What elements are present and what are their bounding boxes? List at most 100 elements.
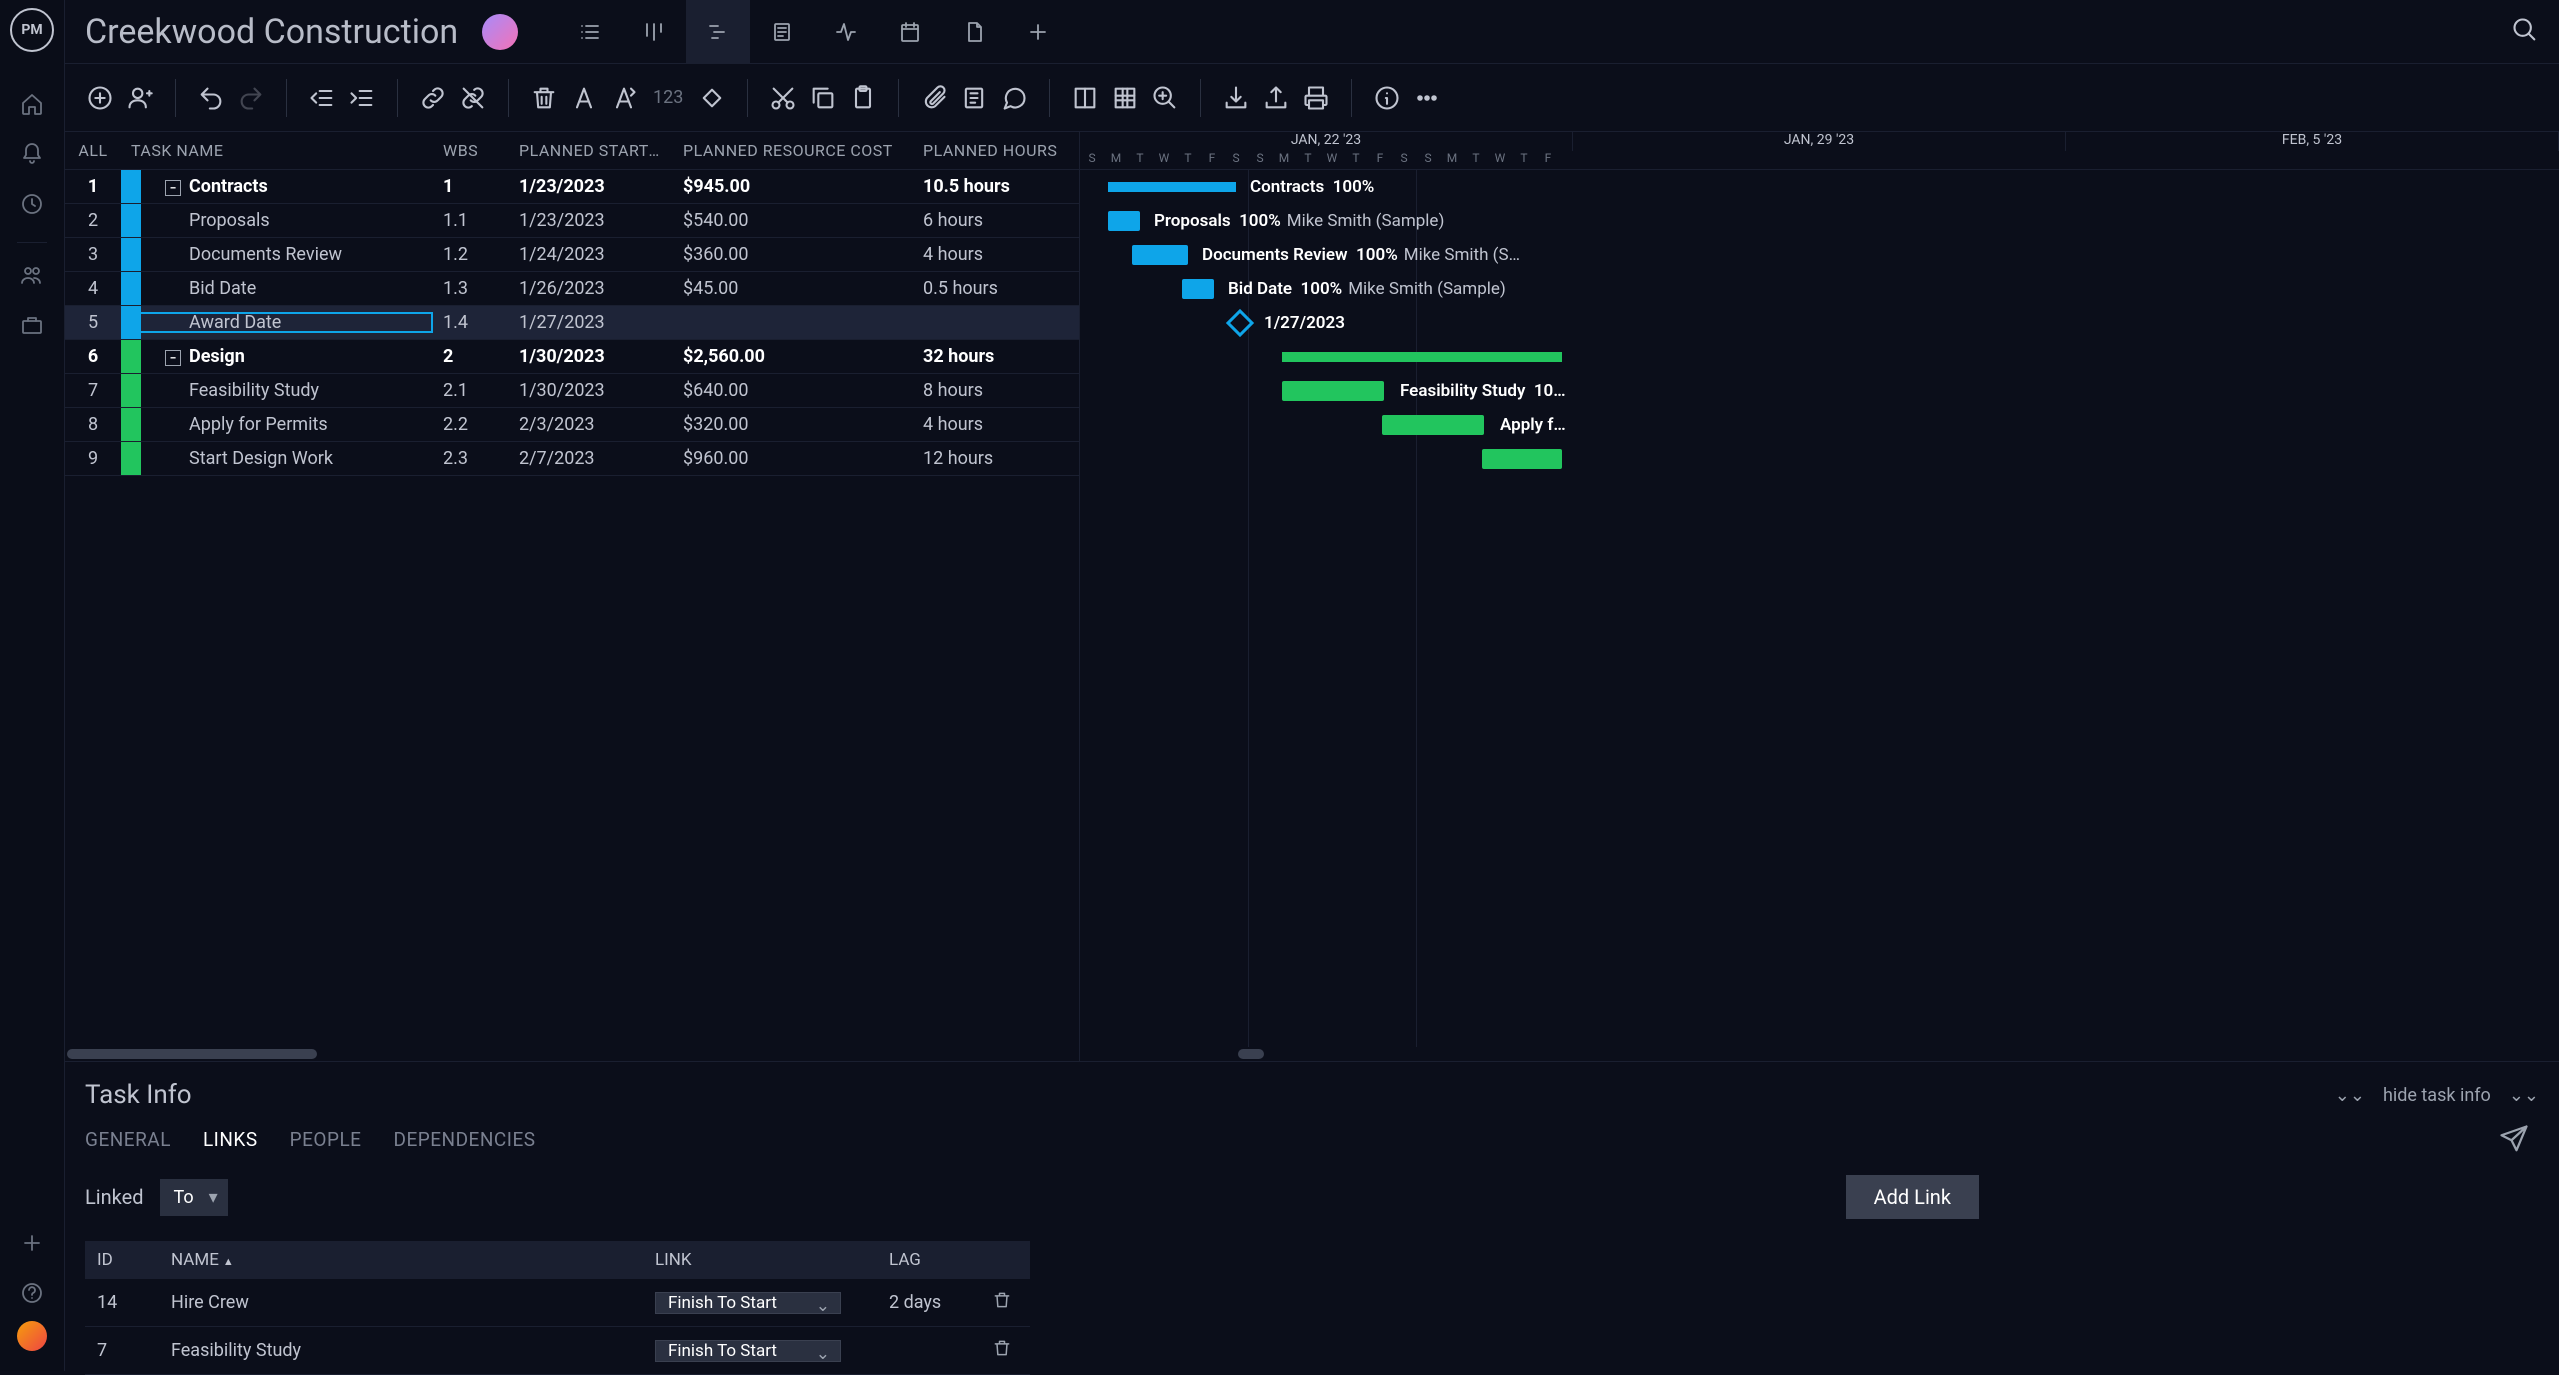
- more-icon[interactable]: [1412, 83, 1442, 113]
- indent-icon[interactable]: [347, 83, 377, 113]
- task-row[interactable]: 8Apply for Permits2.22/3/2023$320.004 ho…: [65, 408, 1079, 442]
- col-header-wbs[interactable]: WBS: [433, 141, 509, 160]
- task-name-cell[interactable]: −Contracts: [121, 176, 433, 197]
- task-name-cell[interactable]: Award Date: [121, 312, 433, 333]
- links-col-name[interactable]: NAME▲: [159, 1250, 643, 1270]
- link-type-select[interactable]: Finish To Start: [655, 1292, 841, 1314]
- gantt-bar[interactable]: [1226, 309, 1254, 337]
- gantt-bar[interactable]: [1482, 449, 1562, 469]
- paste-icon[interactable]: [848, 83, 878, 113]
- links-col-link[interactable]: LINK: [643, 1250, 877, 1270]
- tab-people[interactable]: PEOPLE: [290, 1128, 362, 1151]
- gantt-bar[interactable]: [1282, 381, 1384, 401]
- delete-link-icon[interactable]: [975, 1290, 1029, 1315]
- add-link-button[interactable]: Add Link: [1846, 1175, 1979, 1219]
- user-avatar[interactable]: [17, 1321, 47, 1351]
- linked-direction-select[interactable]: To: [160, 1179, 228, 1216]
- link-type-select[interactable]: Finish To Start: [655, 1340, 841, 1362]
- tab-general[interactable]: GENERAL: [85, 1128, 171, 1151]
- task-name-cell[interactable]: Feasibility Study: [121, 380, 433, 401]
- collapse-icon[interactable]: −: [165, 180, 181, 196]
- app-logo[interactable]: PM: [10, 8, 54, 52]
- cut-icon[interactable]: [768, 83, 798, 113]
- milestone-icon[interactable]: [697, 83, 727, 113]
- link-icon[interactable]: [418, 83, 448, 113]
- task-row[interactable]: 1−Contracts11/23/2023$945.0010.5 hours: [65, 170, 1079, 204]
- send-icon[interactable]: [2499, 1124, 2529, 1158]
- help-icon[interactable]: [10, 1271, 54, 1315]
- file-view-icon[interactable]: [942, 0, 1006, 64]
- info-icon[interactable]: [1372, 83, 1402, 113]
- task-name-cell[interactable]: Bid Date: [121, 278, 433, 299]
- columns-icon[interactable]: [1070, 83, 1100, 113]
- task-row[interactable]: 2Proposals1.11/23/2023$540.006 hours: [65, 204, 1079, 238]
- task-name-cell[interactable]: Proposals: [121, 210, 433, 231]
- tab-dependencies[interactable]: DEPENDENCIES: [393, 1128, 535, 1151]
- text-style-icon[interactable]: [569, 83, 599, 113]
- gantt-bar[interactable]: [1182, 279, 1214, 299]
- clear-format-icon[interactable]: [609, 83, 639, 113]
- home-icon[interactable]: [10, 82, 54, 126]
- sheet-view-icon[interactable]: [750, 0, 814, 64]
- assign-user-icon[interactable]: [125, 83, 155, 113]
- task-name-cell[interactable]: Start Design Work: [121, 448, 433, 469]
- add-view-icon[interactable]: [1006, 0, 1070, 64]
- unlink-icon[interactable]: [458, 83, 488, 113]
- task-row[interactable]: 6−Design21/30/2023$2,560.0032 hours: [65, 340, 1079, 374]
- grid-hscroll[interactable]: [65, 1047, 1079, 1061]
- col-header-start[interactable]: PLANNED START …: [509, 141, 673, 160]
- notes-icon[interactable]: [959, 83, 989, 113]
- project-avatar[interactable]: [482, 14, 518, 50]
- import-icon[interactable]: [1221, 83, 1251, 113]
- comment-icon[interactable]: [999, 83, 1029, 113]
- gantt-bar[interactable]: [1282, 352, 1562, 362]
- col-header-all[interactable]: ALL: [65, 141, 121, 160]
- col-header-cost[interactable]: PLANNED RESOURCE COST: [673, 141, 913, 160]
- task-name-cell[interactable]: Documents Review: [121, 244, 433, 265]
- links-col-id[interactable]: ID: [85, 1250, 159, 1270]
- undo-icon[interactable]: [196, 83, 226, 113]
- attach-icon[interactable]: [919, 83, 949, 113]
- task-name-cell[interactable]: Apply for Permits: [121, 414, 433, 435]
- gantt-hscroll[interactable]: [1080, 1047, 2559, 1061]
- task-row[interactable]: 5Award Date1.41/27/2023: [65, 306, 1079, 340]
- task-name-cell[interactable]: −Design: [121, 346, 433, 367]
- chevron-down-icon[interactable]: ⌄⌄: [2509, 1085, 2539, 1106]
- bell-icon[interactable]: [10, 132, 54, 176]
- people-icon[interactable]: [10, 253, 54, 297]
- copy-icon[interactable]: [808, 83, 838, 113]
- grid-icon[interactable]: [1110, 83, 1140, 113]
- delete-link-icon[interactable]: [975, 1338, 1029, 1363]
- gantt-bar[interactable]: [1108, 211, 1140, 231]
- export-icon[interactable]: [1261, 83, 1291, 113]
- briefcase-icon[interactable]: [10, 303, 54, 347]
- link-row[interactable]: 14Hire CrewFinish To Start2 days: [85, 1279, 1030, 1327]
- search-icon[interactable]: [2511, 16, 2539, 48]
- calendar-view-icon[interactable]: [878, 0, 942, 64]
- gantt-view-icon[interactable]: [686, 0, 750, 64]
- col-header-name[interactable]: TASK NAME: [121, 141, 433, 160]
- hide-taskinfo-button[interactable]: hide task info: [2383, 1085, 2491, 1106]
- list-view-icon[interactable]: [558, 0, 622, 64]
- print-icon[interactable]: [1301, 83, 1331, 113]
- tab-links[interactable]: LINKS: [203, 1128, 258, 1151]
- task-row[interactable]: 7Feasibility Study2.11/30/2023$640.008 h…: [65, 374, 1079, 408]
- task-row[interactable]: 4Bid Date1.31/26/2023$45.000.5 hours: [65, 272, 1079, 306]
- add-task-icon[interactable]: [85, 83, 115, 113]
- delete-icon[interactable]: [529, 83, 559, 113]
- activity-view-icon[interactable]: [814, 0, 878, 64]
- gantt-bar[interactable]: [1132, 245, 1188, 265]
- chevron-down-icon[interactable]: ⌄⌄: [2335, 1085, 2365, 1106]
- collapse-icon[interactable]: −: [165, 350, 181, 366]
- link-row[interactable]: 7Feasibility StudyFinish To Start: [85, 1327, 1030, 1375]
- links-col-lag[interactable]: LAG: [877, 1250, 975, 1270]
- task-row[interactable]: 9Start Design Work2.32/7/2023$960.0012 h…: [65, 442, 1079, 476]
- zoom-icon[interactable]: [1150, 83, 1180, 113]
- board-view-icon[interactable]: [622, 0, 686, 64]
- redo-icon[interactable]: [236, 83, 266, 113]
- gantt-bar[interactable]: [1108, 182, 1236, 192]
- plus-icon[interactable]: [10, 1221, 54, 1265]
- gantt-bar[interactable]: [1382, 415, 1484, 435]
- outdent-icon[interactable]: [307, 83, 337, 113]
- col-header-hours[interactable]: PLANNED HOURS: [913, 141, 1073, 160]
